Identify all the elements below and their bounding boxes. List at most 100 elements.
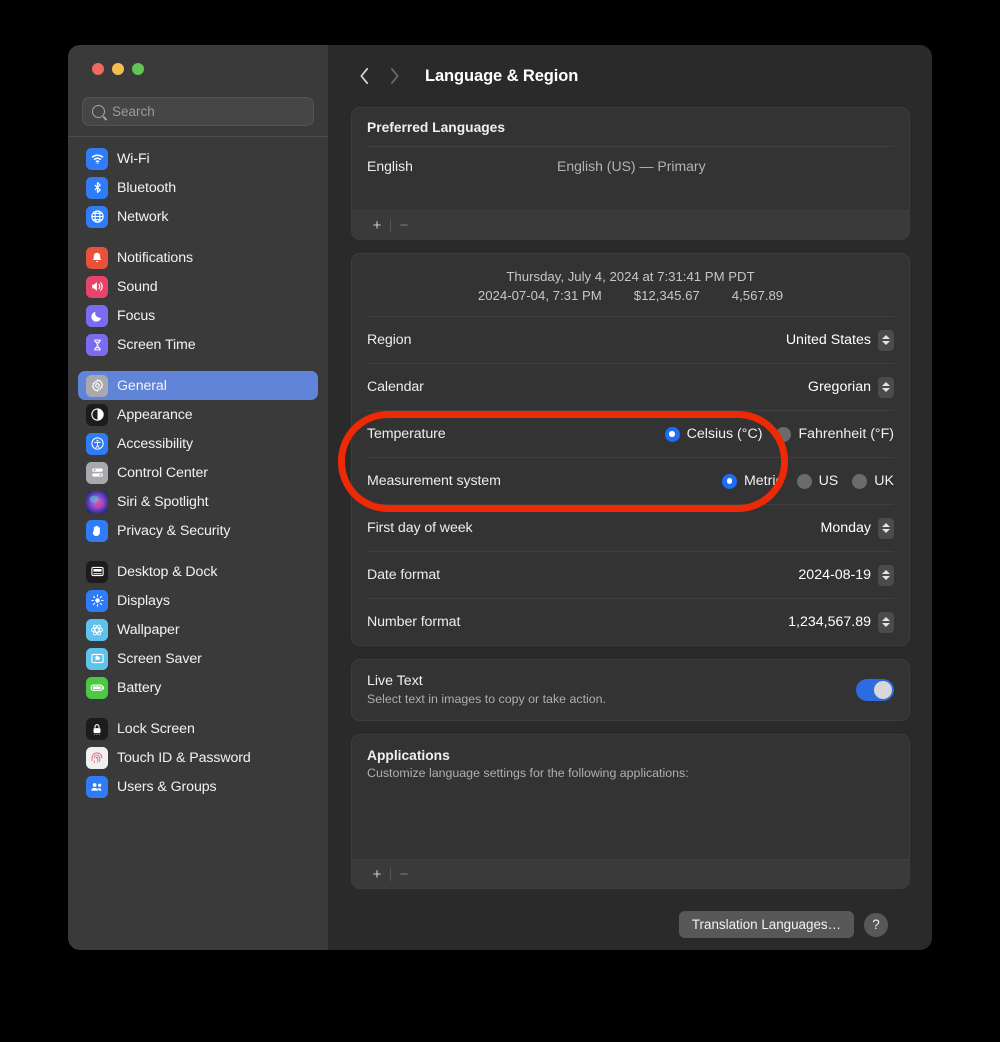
number-format-value: 1,234,567.89 [788, 614, 871, 630]
sidebar-item-label: Control Center [117, 464, 208, 481]
search-box[interactable] [82, 97, 314, 126]
search-container [68, 91, 328, 136]
forward-button[interactable] [381, 63, 407, 89]
date-format-popup[interactable]: 2024-08-19 [798, 564, 894, 586]
measurement-option-metric[interactable]: Metric [721, 473, 783, 489]
sidebar-item-accessibility[interactable]: Accessibility [78, 429, 318, 458]
main-panel: Language & Region Preferred Languages En… [329, 45, 932, 950]
first-day-of-week-label: First day of week [367, 520, 473, 536]
maximize-button[interactable] [132, 63, 144, 75]
sidebar-item-sound[interactable]: Sound [78, 272, 318, 301]
add-application-button[interactable]: + [364, 867, 390, 882]
sidebar-item-network[interactable]: Network [78, 202, 318, 231]
bell-icon [86, 246, 108, 269]
option-label: UK [874, 473, 894, 489]
sidebar-item-label: Battery [117, 679, 162, 696]
close-button[interactable] [92, 63, 104, 75]
radio-icon[interactable] [796, 473, 812, 489]
calendar-label: Calendar [367, 379, 424, 395]
temperature-option-fahrenheit[interactable]: Fahrenheit (°F) [776, 426, 894, 442]
system-settings-window: Wi-Fi Bluetooth Ne [68, 45, 932, 950]
sidebar-item-desktop-dock[interactable]: Desktop & Dock [78, 557, 318, 586]
sidebar-item-battery[interactable]: Battery [78, 673, 318, 702]
applications-list[interactable] [352, 783, 909, 859]
first-day-of-week-popup[interactable]: Monday [820, 517, 894, 539]
language-row[interactable]: English English (US) — Primary [352, 147, 909, 184]
temperature-option-celsius[interactable]: Celsius (°C) [664, 426, 762, 442]
calendar-row[interactable]: Calendar Gregorian [352, 364, 909, 410]
sidebar-item-label: Network [117, 208, 169, 225]
add-language-button[interactable]: + [364, 218, 390, 233]
number-format-row[interactable]: Number format 1,234,567.89 [352, 599, 909, 645]
first-day-of-week-value: Monday [820, 520, 871, 536]
date-format-label: Date format [367, 567, 441, 583]
radio-icon[interactable] [776, 426, 792, 442]
sidebar-item-bluetooth[interactable]: Bluetooth [78, 173, 318, 202]
region-popup[interactable]: United States [786, 329, 894, 351]
accessibility-icon [86, 432, 108, 455]
sidebar-item-screen-time[interactable]: Screen Time [78, 330, 318, 359]
sidebar-group-security: Lock Screen Touch ID & Password Users & … [78, 714, 318, 801]
sidebar-item-label: Sound [117, 278, 158, 295]
sidebar-item-label: Desktop & Dock [117, 563, 218, 580]
date-format-row[interactable]: Date format 2024-08-19 [352, 552, 909, 598]
sidebar-item-siri-spotlight[interactable]: Siri & Spotlight [78, 487, 318, 516]
sidebar-item-touch-id-password[interactable]: Touch ID & Password [78, 743, 318, 772]
sidebar-item-wifi[interactable]: Wi-Fi [78, 144, 318, 173]
measurement-option-us[interactable]: US [796, 473, 838, 489]
sidebar-item-focus[interactable]: Focus [78, 301, 318, 330]
sidebar-item-label: Users & Groups [117, 778, 217, 795]
sidebar-item-screen-saver[interactable]: Screen Saver [78, 644, 318, 673]
first-day-of-week-row[interactable]: First day of week Monday [352, 505, 909, 551]
number-format-popup[interactable]: 1,234,567.89 [788, 611, 894, 633]
stepper-icon[interactable] [878, 329, 894, 351]
stepper-icon[interactable] [878, 564, 894, 586]
sidebar-item-users-groups[interactable]: Users & Groups [78, 772, 318, 801]
sidebar-item-wallpaper[interactable]: Wallpaper [78, 615, 318, 644]
live-text-row[interactable]: Live Text Select text in images to copy … [352, 660, 909, 720]
sidebar-group-network: Wi-Fi Bluetooth Network [78, 144, 318, 231]
search-input[interactable] [112, 104, 304, 119]
preview-short-datetime: 2024-07-04, 7:31 PM [477, 288, 602, 303]
sidebar-item-control-center[interactable]: Control Center [78, 458, 318, 487]
live-text-texts: Live Text Select text in images to copy … [367, 673, 606, 706]
temperature-options: Celsius (°C) Fahrenheit (°F) [664, 426, 894, 442]
measurement-system-row[interactable]: Measurement system Metric US UK [352, 458, 909, 504]
sidebar-item-displays[interactable]: Displays [78, 586, 318, 615]
live-text-toggle[interactable] [856, 678, 894, 701]
minimize-button[interactable] [112, 63, 124, 75]
region-row[interactable]: Region United States [352, 317, 909, 363]
sidebar-item-notifications[interactable]: Notifications [78, 243, 318, 272]
footer-actions: Translation Languages… ? [351, 902, 910, 938]
help-button[interactable]: ? [864, 912, 888, 937]
radio-icon[interactable] [664, 426, 680, 442]
settings-content: Preferred Languages English English (US)… [329, 107, 932, 950]
back-button[interactable] [351, 63, 377, 89]
translation-languages-button[interactable]: Translation Languages… [678, 911, 854, 938]
radio-icon[interactable] [721, 473, 737, 489]
temperature-row[interactable]: Temperature Celsius (°C) Fahrenheit (°F) [352, 411, 909, 457]
languages-add-remove-bar: + − [352, 210, 909, 239]
battery-icon [86, 676, 108, 699]
preferred-languages-title: Preferred Languages [367, 120, 506, 135]
live-text-card: Live Text Select text in images to copy … [351, 659, 910, 721]
stepper-icon[interactable] [878, 376, 894, 398]
radio-icon[interactable] [852, 473, 868, 489]
moon-icon [86, 304, 108, 327]
sidebar-item-privacy-security[interactable]: Privacy & Security [78, 516, 318, 545]
measurement-options: Metric US UK [721, 473, 894, 489]
sidebar-item-lock-screen[interactable]: Lock Screen [78, 714, 318, 743]
remove-application-button[interactable]: − [391, 867, 417, 882]
sidebar-item-appearance[interactable]: Appearance [78, 400, 318, 429]
stepper-icon[interactable] [878, 517, 894, 539]
measurement-option-uk[interactable]: UK [852, 473, 894, 489]
fingerprint-icon [86, 746, 108, 769]
calendar-popup[interactable]: Gregorian [808, 376, 894, 398]
applications-subtitle: Customize language settings for the foll… [367, 766, 689, 780]
gear-icon [86, 374, 108, 397]
sidebar-item-label: Wallpaper [117, 621, 180, 638]
remove-language-button[interactable]: − [391, 218, 417, 233]
stepper-icon[interactable] [878, 611, 894, 633]
sidebar-item-general[interactable]: General [78, 371, 318, 400]
sidebar-item-label: Privacy & Security [117, 522, 231, 539]
